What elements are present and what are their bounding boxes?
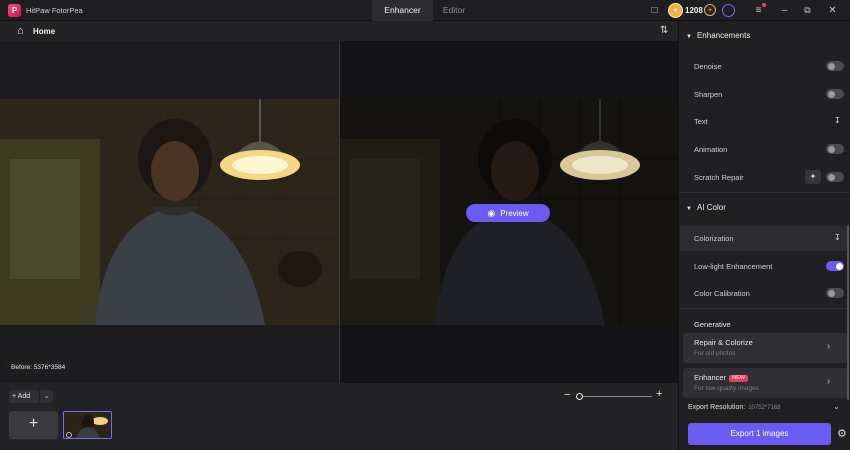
image-thumbnail[interactable] (63, 411, 112, 439)
chevron-right-icon: › (827, 376, 831, 387)
notification-dot (762, 3, 766, 7)
row-sharpen-label: Sharpen (694, 90, 723, 99)
enhancer-card[interactable]: Enhancer NEW For low-quality images › (683, 368, 848, 398)
animation-toggle[interactable] (826, 144, 844, 154)
thumbnail-image (64, 412, 111, 438)
row-low-light-label: Low-light Enhancement (694, 262, 773, 271)
row-denoise-label: Denoise (694, 62, 722, 71)
chevron-right-icon: › (827, 341, 831, 352)
chevron-down-icon[interactable]: ⌄ (833, 402, 840, 411)
zoom-in-button[interactable]: + (656, 388, 662, 400)
plus-icon[interactable]: + (704, 4, 716, 16)
tab-enhancer[interactable]: Enhancer (372, 0, 433, 21)
panel-scrollbar[interactable] (847, 225, 849, 400)
before-pane (0, 41, 340, 383)
divider (679, 308, 850, 309)
preview-button[interactable]: ◉ Preview (466, 204, 550, 222)
denoise-toggle[interactable] (826, 61, 844, 71)
sharpen-toggle[interactable] (826, 89, 844, 99)
zoom-slider-track[interactable] (576, 396, 652, 397)
enhancements-header[interactable]: ▼ Enhancements (686, 31, 750, 40)
enhancements-title: Enhancements (696, 31, 751, 40)
compare-icon[interactable]: ⇅ (660, 25, 668, 36)
card-subtitle: For old photos (694, 350, 736, 357)
export-resolution-label: Export Resolution: (688, 404, 746, 411)
row-scratch-repair-label: Scratch Repair (694, 173, 744, 182)
download-icon[interactable]: ↧ (834, 233, 841, 242)
preview-label: Preview (500, 209, 529, 218)
new-badge: NEW (729, 375, 748, 382)
coin-icon: ● (668, 3, 683, 18)
user-icon[interactable] (722, 4, 735, 17)
card-subtitle: For low-quality images (694, 385, 760, 392)
before-resolution-label: Before: 5376*3584 (6, 361, 71, 374)
add-label: Add (17, 393, 31, 400)
toolbar: ⌂ Home ⇅ (0, 21, 678, 41)
zoom-out-button[interactable]: − (564, 389, 570, 401)
app-title: HitPaw FotorPea (26, 6, 83, 15)
tab-editor[interactable]: Editor (433, 0, 475, 21)
minimize-icon[interactable]: – (778, 4, 791, 17)
card-title: Repair & Colorize (694, 338, 753, 347)
home-icon[interactable]: ⌂ (17, 25, 24, 37)
row-animation-label: Animation (694, 145, 728, 154)
export-resolution: Export Resolution: 10752*7168 (688, 404, 781, 411)
restore-icon[interactable]: ⧉ (801, 4, 814, 17)
split-divider[interactable] (339, 41, 340, 383)
eye-icon: ◉ (487, 208, 496, 218)
export-resolution-value: 10752*7168 (748, 405, 781, 411)
card-title: Enhancer (694, 373, 727, 382)
ai-color-header[interactable]: ▼ AI Color (686, 203, 726, 212)
divider (679, 192, 850, 193)
row-color-calibration-label: Color Calibration (694, 289, 750, 298)
close-icon[interactable]: ✕ (826, 4, 839, 17)
row-text-label: Text (694, 117, 708, 126)
repair-colorize-card[interactable]: Repair & Colorize For old photos › (683, 333, 848, 363)
gear-icon[interactable]: ⚙ (837, 427, 847, 440)
add-button[interactable]: + Add (9, 390, 39, 403)
ai-color-title: AI Color (696, 203, 726, 212)
coin-count: 1208 (685, 6, 703, 15)
download-icon[interactable]: ↧ (834, 116, 841, 125)
generative-title: Generative (694, 320, 731, 329)
add-dropdown-chevron-icon[interactable]: ⌄ (40, 390, 53, 403)
title-bar: P HitPaw FotorPea Enhancer Editor □ ● 12… (0, 0, 850, 21)
image-canvas: ◉ Preview Before: 5376*3584 (0, 41, 678, 383)
app-logo-icon: P (8, 4, 21, 17)
caret-down-icon: ▼ (686, 34, 692, 40)
caret-down-icon: ▼ (686, 206, 692, 212)
add-image-button[interactable]: + (9, 411, 58, 439)
scratch-repair-toggle[interactable] (826, 172, 844, 182)
chat-icon[interactable]: □ (648, 4, 661, 17)
before-photo (0, 99, 340, 325)
card-title-row: Enhancer NEW (694, 373, 748, 382)
home-link[interactable]: Home (33, 27, 55, 36)
color-calibration-toggle[interactable] (826, 288, 844, 298)
wand-icon[interactable]: ✦ (805, 170, 821, 184)
low-light-toggle[interactable] (826, 261, 844, 271)
row-colorization-label: Colorization (694, 234, 734, 243)
settings-panel: ▼ Enhancements Denoise Sharpen Text ↧ Ani… (678, 21, 850, 450)
zoom-slider-knob[interactable] (576, 393, 583, 400)
bottom-bar: + Add ⌄ + − + (0, 383, 678, 450)
export-button[interactable]: Export 1 images (688, 423, 831, 445)
